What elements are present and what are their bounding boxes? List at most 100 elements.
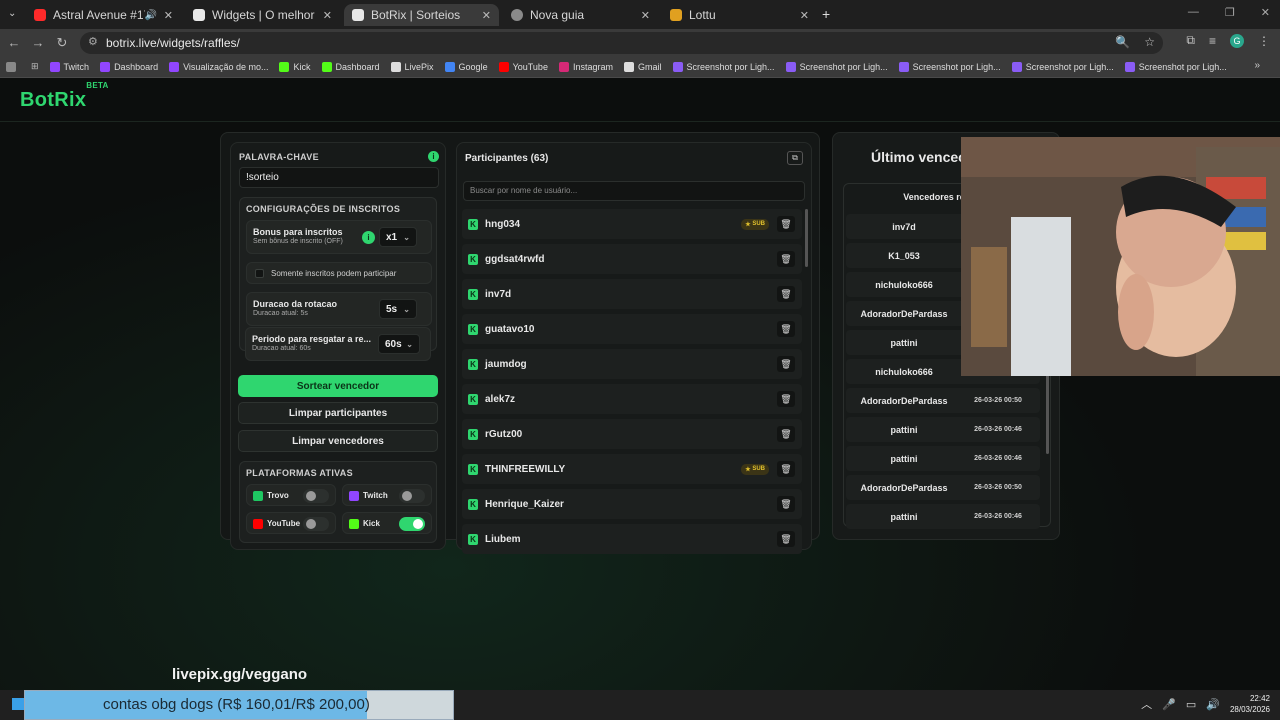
back-icon[interactable]: ← [2,35,26,50]
trash-icon[interactable]: 🗑 [777,216,795,232]
bookmark-item[interactable]: YouTube [498,61,548,72]
windows-start-icon[interactable] [12,698,24,710]
trash-icon[interactable]: 🗑 [777,496,795,512]
participant-row[interactable]: Kinv7d 🗑 [462,279,802,309]
participant-row[interactable]: KrGutz00 🗑 [462,419,802,449]
participant-row[interactable]: Khng034 ★ SUB 🗑 [462,209,802,239]
clear-winners-button[interactable]: Limpar vencedores [238,430,438,452]
bookmark-item[interactable]: Kick [279,61,311,72]
kick-icon: K [468,218,478,230]
apps-icon[interactable] [6,61,20,72]
tab-astral-avenue[interactable]: Astral Avenue #17 Winter 2 🔊 ✕ [26,4,181,26]
forward-icon[interactable]: → [26,35,50,50]
menu-icon[interactable]: ⋮ [1258,34,1270,48]
grid-icon[interactable]: ⊞ [31,61,39,72]
new-tab-button[interactable]: + [822,6,830,22]
participant-row[interactable]: Kggdsat4rwfd 🗑 [462,244,802,274]
bonus-select[interactable]: x1 ⌄ [379,227,417,247]
tab-strip: ⌄ Astral Avenue #17 Winter 2 🔊 ✕ Widgets… [0,0,1280,29]
claim-select[interactable]: 60s ⌄ [378,334,420,354]
copy-icon[interactable]: ⧉ [787,151,803,165]
trash-icon[interactable]: 🗑 [777,356,795,372]
tab-widgets[interactable]: Widgets | O melhor software p ✕ [185,4,340,26]
bookmark-item[interactable]: Dashboard [321,61,380,72]
bookmark-icon [1011,61,1022,72]
clock[interactable]: 22:42 28/03/2026 [1230,693,1270,715]
bookmark-item[interactable]: LivePix [390,61,434,72]
participant-search-input[interactable]: Buscar por nome de usuário... [463,181,805,201]
trash-icon[interactable]: 🗑 [777,251,795,267]
tab-label: BotRix | Sorteios [371,8,461,22]
bookmark-item[interactable]: Google [444,61,488,72]
close-icon[interactable]: ✕ [323,9,332,22]
bookmark-icon [279,61,290,72]
bookmark-item[interactable]: Twitch [49,61,89,72]
winners-scrollbar[interactable] [1046,374,1049,454]
kick-icon: K [468,288,478,300]
bookmark-item[interactable]: Dashboard [100,61,158,72]
close-icon[interactable]: ✕ [164,9,173,22]
tab-nova-guia[interactable]: Nova guia ✕ [503,4,658,26]
trash-icon[interactable]: 🗑 [777,391,795,407]
platform-trovo: Trovo [246,484,336,506]
bookmark-item[interactable]: Screenshot por Ligh... [1124,61,1227,72]
subs-only-row[interactable]: Somente inscritos podem participar [246,262,432,284]
participant-row[interactable]: Kguatavo10 🗑 [462,314,802,344]
rotation-select[interactable]: 5s ⌄ [379,299,417,319]
participants-scrollbar[interactable] [805,209,808,267]
close-icon[interactable]: ✕ [482,9,491,22]
site-info-icon[interactable]: ⚙ [88,35,98,48]
trash-icon[interactable]: 🗑 [777,426,795,442]
close-icon[interactable]: ✕ [641,9,650,22]
minimize-icon[interactable]: — [1188,6,1199,19]
trash-icon[interactable]: 🗑 [777,286,795,302]
kick-icon: K [468,253,478,265]
tab-botrix-sorteios[interactable]: BotRix | Sorteios ✕ [344,4,499,26]
platform-toggle[interactable] [303,517,329,531]
network-icon[interactable]: ▭ [1186,698,1196,711]
participant-row[interactable]: Kjaumdog 🗑 [462,349,802,379]
subs-only-checkbox[interactable] [255,269,264,278]
bookmark-item[interactable]: Screenshot por Ligh... [1011,61,1114,72]
bookmark-item[interactable]: Screenshot por Ligh... [898,61,1001,72]
participant-row[interactable]: K Henrique_Kaizer 🗑 [462,489,802,519]
extensions-icon[interactable]: ⧉ [1186,33,1195,48]
platform-toggle[interactable] [399,517,425,531]
draw-winner-button[interactable]: Sortear vencedor [238,375,438,397]
winner-name: nichuloko666 [875,366,933,377]
maximize-icon[interactable]: ❐ [1225,6,1235,19]
platform-toggle[interactable] [399,489,425,503]
tab-lottu[interactable]: Lottu ✕ [662,4,817,26]
info-icon[interactable]: i [362,231,375,244]
participant-row[interactable]: K Liubem 🗑 [462,524,802,554]
chevron-up-icon[interactable]: ︿ [1141,696,1152,712]
bookmark-star-icon[interactable]: ☆ [1144,35,1155,49]
profile-avatar[interactable]: G [1230,33,1244,48]
botrix-logo[interactable]: BotRixBETA [20,81,109,112]
info-icon[interactable]: i [428,151,439,162]
reload-icon[interactable]: ↻ [50,35,74,51]
close-window-icon[interactable]: ✕ [1261,6,1270,19]
platform-toggle[interactable] [303,489,329,503]
bookmark-item[interactable]: Visualização de mo... [169,61,268,72]
more-bookmarks-icon[interactable]: » [1254,60,1260,71]
volume-icon[interactable]: 🔊 [1206,698,1220,711]
trash-icon[interactable]: 🗑 [777,531,795,547]
trash-icon[interactable]: 🗑 [777,461,795,477]
bookmark-item[interactable]: Screenshot por Ligh... [672,61,775,72]
tab-search-icon[interactable]: ⌄ [8,8,16,19]
microphone-icon[interactable]: 🎤 [1162,698,1176,711]
media-icon[interactable]: ≡ [1209,34,1216,48]
participant-row[interactable]: K THINFREEWILLY ★ SUB 🗑 [462,454,802,484]
zoom-icon[interactable]: 🔍 [1115,35,1130,49]
trash-icon[interactable]: 🗑 [777,321,795,337]
bookmark-item[interactable]: Screenshot por Ligh... [785,61,888,72]
participant-row[interactable]: Kalek7z 🗑 [462,384,802,414]
clear-participants-button[interactable]: Limpar participantes [238,402,438,424]
bookmark-item[interactable]: Instagram [558,61,613,72]
speaker-icon[interactable]: 🔊 [145,10,157,21]
keyword-input[interactable]: !sorteio [239,167,439,188]
close-icon[interactable]: ✕ [800,9,809,22]
bookmark-item[interactable]: Gmail [623,61,662,72]
url-field[interactable]: ⚙ botrix.live/widgets/raffles/ 🔍 ☆ [80,32,1163,54]
